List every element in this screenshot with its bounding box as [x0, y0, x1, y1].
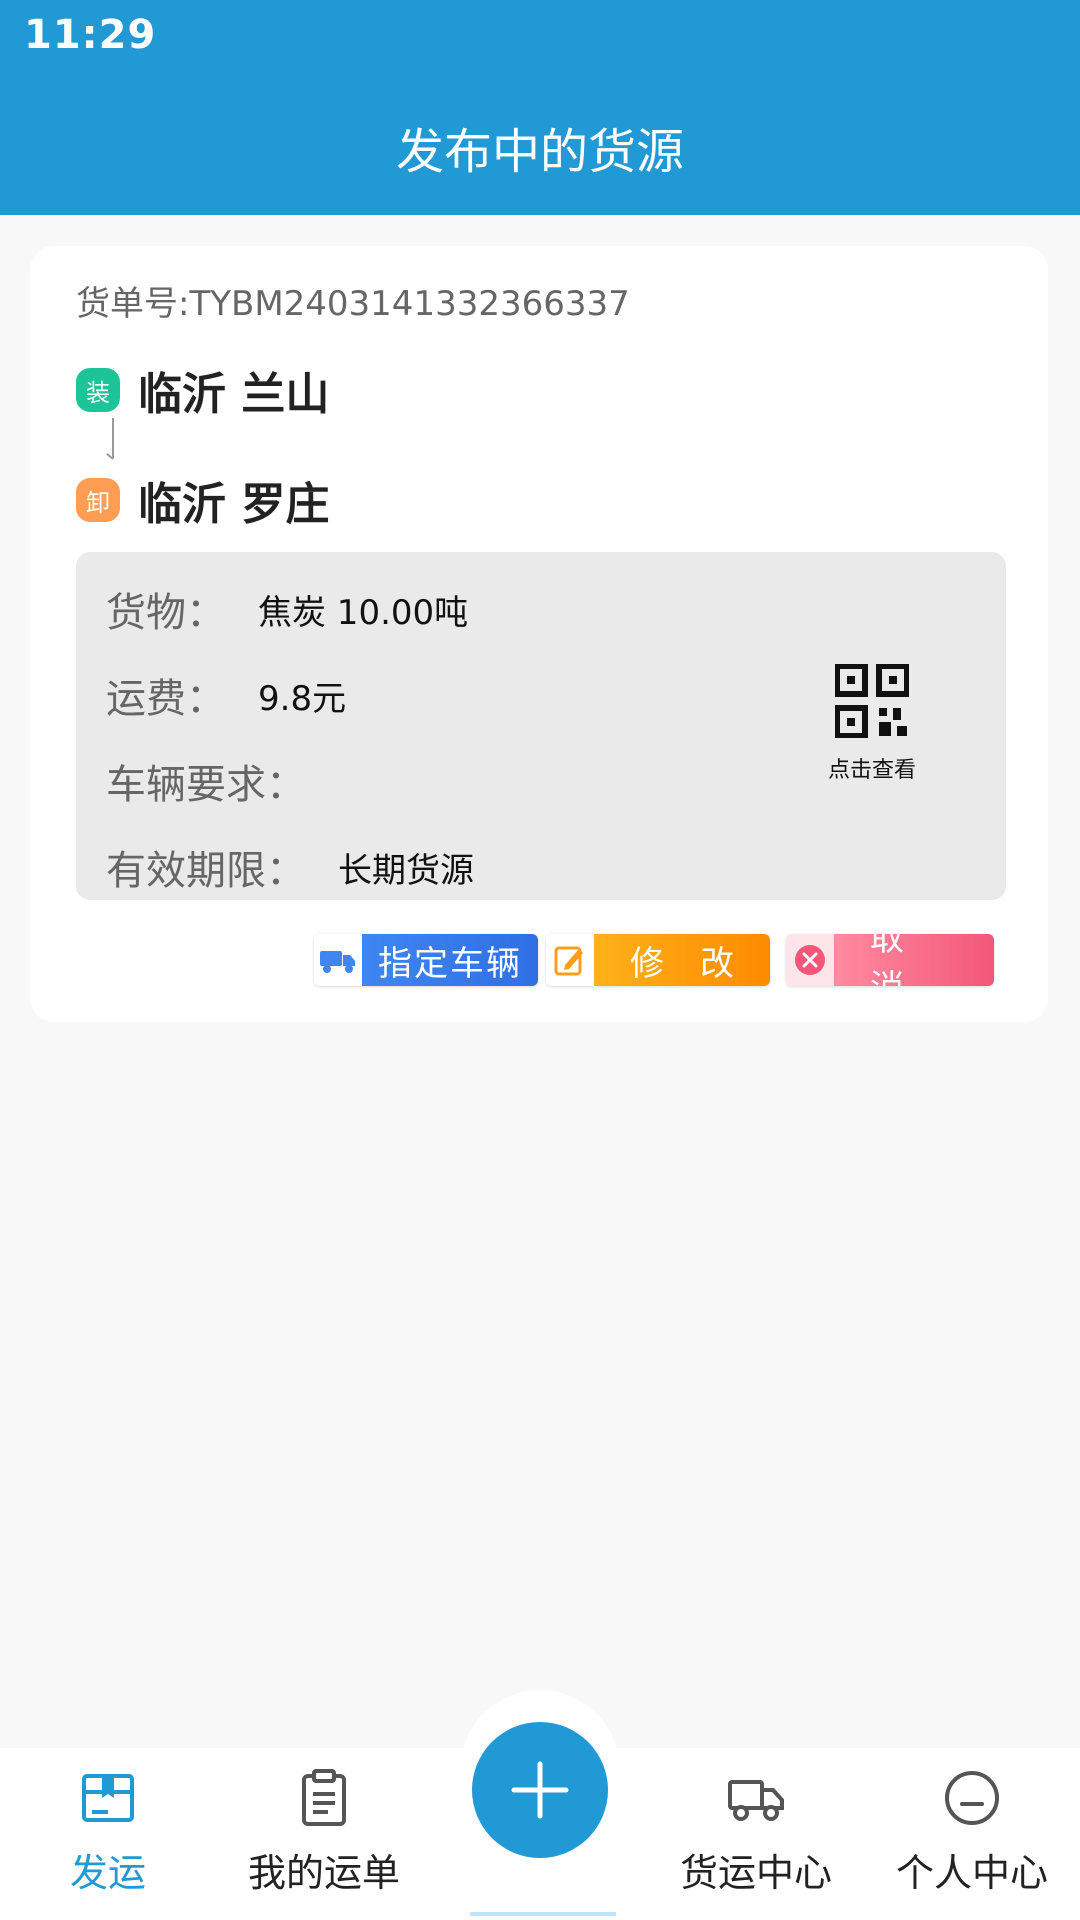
freight-label: 运费： [106, 676, 226, 722]
nav-item-profile[interactable]: 个人中心 [872, 1768, 1072, 1897]
cancel-button[interactable]: 取消 [786, 934, 994, 986]
clipboard-icon [302, 1769, 346, 1826]
plus-icon [511, 1761, 569, 1819]
edit-icon [546, 934, 594, 986]
cargo-info-box: 货物： 焦炭 10.00吨 运费： 9.8元 车辆要求： 有效期限： 长期货源 [76, 552, 1006, 900]
cancel-label: 取消 [834, 934, 994, 986]
cargo-card[interactable]: 货单号:TYBM2403141332366337 装 临沂 兰山 卸 临沂 罗庄… [30, 246, 1048, 1022]
vehicle-label: 车辆要求： [106, 762, 306, 808]
nav-item-ship[interactable]: 发运 [8, 1768, 208, 1897]
nav-item-freight-center[interactable]: 货运中心 [656, 1768, 856, 1897]
add-cargo-button[interactable] [472, 1722, 608, 1858]
load-badge: 装 [76, 368, 120, 412]
app-header: 11:29 发布中的货源 [0, 0, 1080, 215]
edit-label: 修改 [594, 934, 770, 986]
assign-vehicle-label: 指定车辆 [362, 934, 538, 986]
nav-item-waybill[interactable]: 我的运单 [224, 1768, 424, 1897]
truck-icon [728, 1780, 784, 1821]
vehicle-row: 车辆要求： [106, 752, 306, 810]
profile-icon [945, 1771, 999, 1825]
validity-label: 有效期限： [106, 848, 306, 894]
unload-badge: 卸 [76, 478, 120, 522]
freight-row: 运费： 9.8元 [106, 666, 346, 724]
edit-button[interactable]: 修改 [546, 934, 770, 986]
goods-row: 货物： 焦炭 10.00吨 [106, 580, 468, 638]
qr-view-button[interactable]: 点击查看 [812, 664, 932, 784]
order-number: 货单号:TYBM2403141332366337 [76, 284, 630, 324]
truck-icon [314, 934, 362, 986]
status-time: 11:29 [24, 12, 157, 58]
ship-box-icon [82, 1774, 134, 1822]
qr-code-icon [835, 664, 909, 738]
freight-value: 9.8元 [258, 678, 347, 719]
close-icon [786, 934, 834, 986]
fab-indicator [470, 1912, 616, 1916]
load-location: 装 临沂 兰山 [76, 358, 329, 422]
nav-label-freight-center: 货运中心 [679, 1851, 832, 1895]
load-place: 临沂 兰山 [138, 369, 330, 420]
validity-row: 有效期限： 长期货源 [106, 838, 474, 896]
qr-caption: 点击查看 [827, 758, 916, 783]
assign-vehicle-button[interactable]: 指定车辆 [314, 934, 538, 986]
goods-label: 货物： [106, 590, 226, 636]
nav-label-ship: 发运 [69, 1851, 146, 1895]
goods-value: 焦炭 10.00吨 [258, 592, 469, 633]
validity-value: 长期货源 [338, 850, 474, 891]
unload-location: 卸 临沂 罗庄 [76, 468, 329, 532]
unload-place: 临沂 罗庄 [138, 479, 330, 530]
page-title: 发布中的货源 [395, 124, 684, 180]
nav-label-waybill: 我的运单 [247, 1851, 400, 1895]
nav-label-profile: 个人中心 [895, 1851, 1048, 1895]
route-arrow-icon [112, 418, 114, 458]
